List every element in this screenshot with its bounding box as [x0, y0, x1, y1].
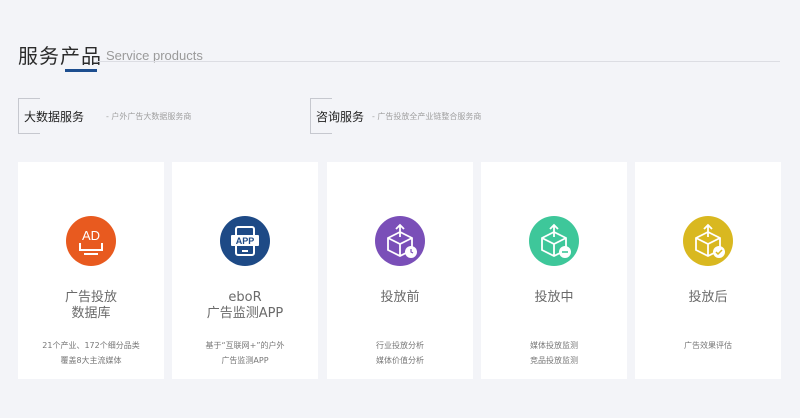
category-consulting[interactable]: 咨询服务 - 广告投放全产业链整合服务商	[310, 98, 570, 134]
card-description: 广告效果评估	[684, 341, 732, 350]
card-title: 投放前	[380, 290, 420, 305]
svg-text:APP: APP	[236, 236, 255, 246]
card-description: 行业投放分析 媒体价值分析	[376, 341, 424, 365]
box-check-icon	[683, 216, 733, 266]
card-description: 媒体投放监测 竞品投放监测	[530, 341, 578, 365]
card-title: eboR 广告监测APP	[206, 290, 284, 321]
card-ad-database[interactable]: AD 广告投放 数据库 21个产业、172个细分品类 覆盖8大主流媒体	[18, 162, 164, 379]
svg-text:AD: AD	[82, 228, 100, 243]
category-desc: - 广告投放全产业链整合服务商	[372, 112, 482, 121]
category-name: 咨询服务	[316, 110, 365, 124]
box-minus-icon	[529, 216, 579, 266]
card-title: 投放后	[688, 290, 728, 305]
card-description: 基于“互联网+”的户外 广告监测APP	[205, 341, 285, 365]
ad-tray-icon: AD	[66, 216, 116, 266]
category-desc: - 户外广告大数据服务商	[106, 112, 192, 121]
header-accent-bar	[65, 69, 97, 72]
category-bigdata[interactable]: 大数据服务 - 户外广告大数据服务商	[18, 98, 278, 134]
box-clock-icon	[375, 216, 425, 266]
card-ebor-app[interactable]: APP eboR 广告监测APP 基于“互联网+”的户外 广告监测APP	[172, 162, 318, 379]
category-name: 大数据服务	[24, 110, 85, 124]
card-pre-launch[interactable]: 投放前 行业投放分析 媒体价值分析	[327, 162, 473, 379]
section-header: 服务产品 Service products	[18, 38, 780, 72]
service-cards: AD 广告投放 数据库 21个产业、172个细分品类 覆盖8大主流媒体 APP …	[18, 162, 781, 379]
card-in-launch[interactable]: 投放中 媒体投放监测 竞品投放监测	[481, 162, 627, 379]
header-divider	[96, 61, 780, 62]
card-title: 投放中	[534, 290, 574, 305]
section-title: 服务产品	[18, 44, 102, 68]
card-description: 21个产业、172个细分品类 覆盖8大主流媒体	[42, 341, 140, 365]
app-phone-icon: APP	[220, 216, 270, 266]
card-title: 广告投放 数据库	[64, 290, 117, 321]
card-post-launch[interactable]: 投放后 广告效果评估	[635, 162, 781, 379]
